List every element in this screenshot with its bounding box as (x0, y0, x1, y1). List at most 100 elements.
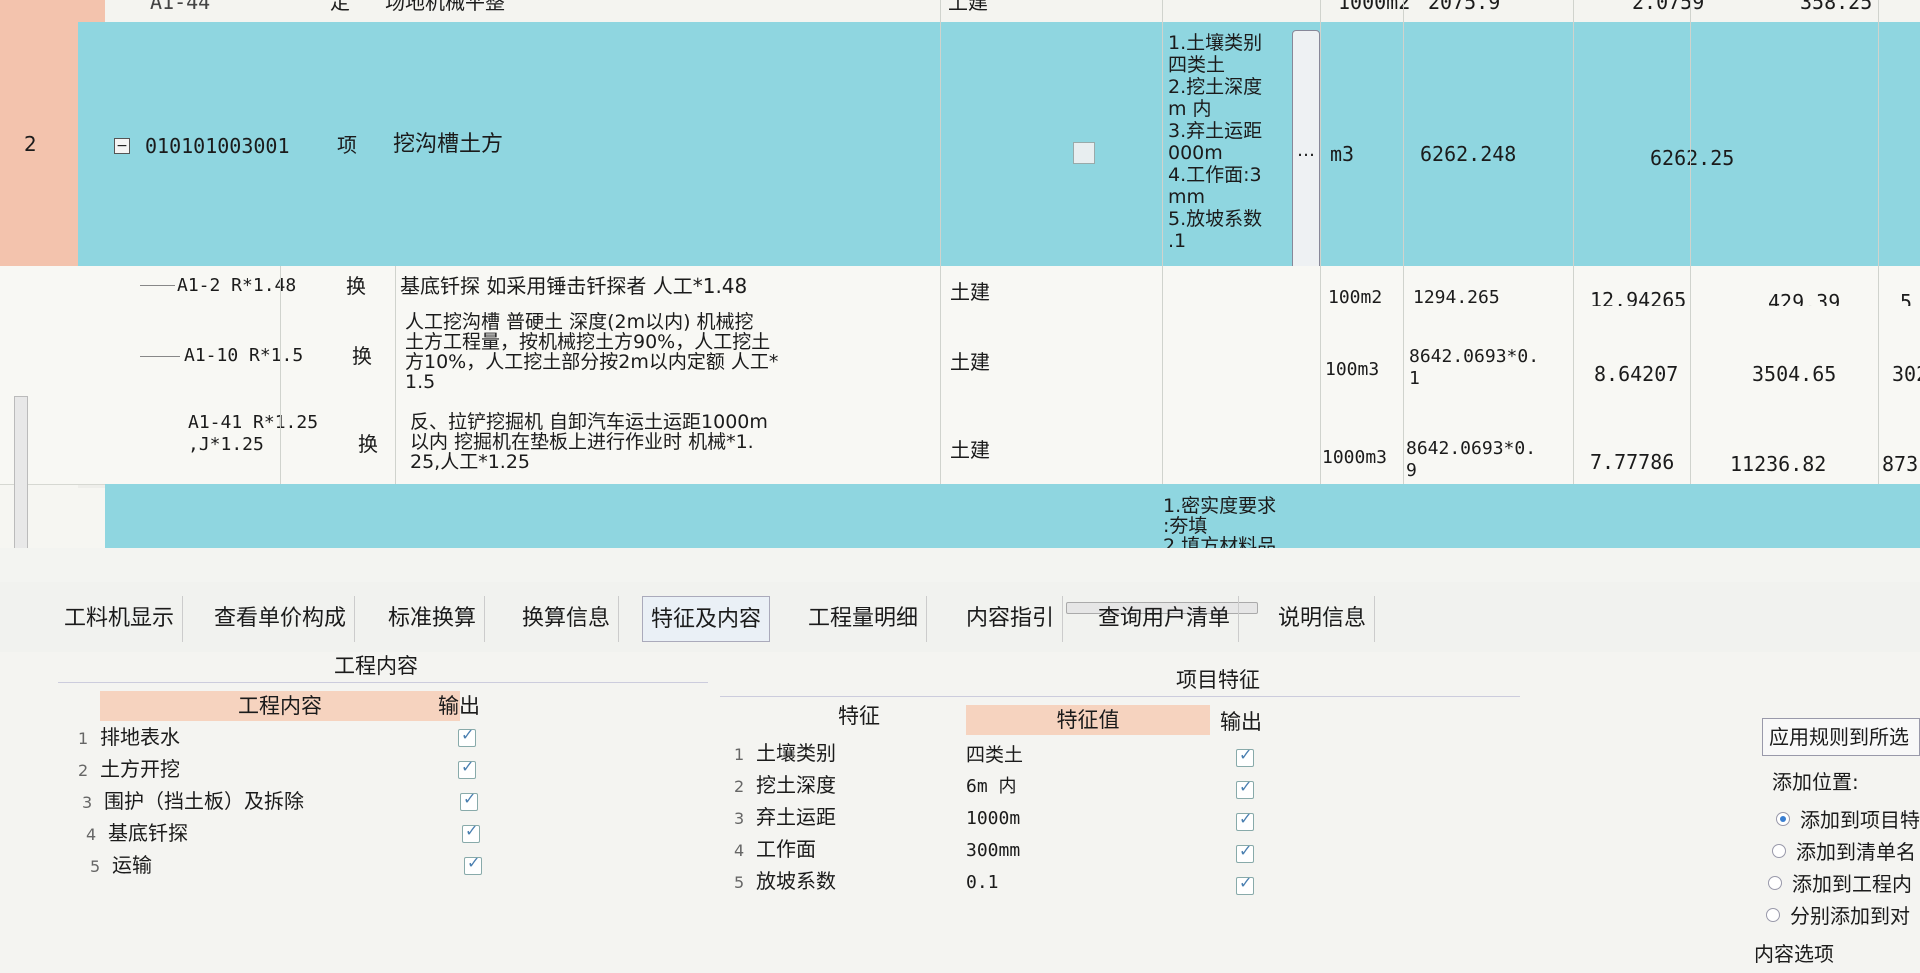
output-checkbox[interactable] (1236, 809, 1254, 831)
feature-line: 4.工作面:3 (1168, 164, 1262, 186)
row-checkbox[interactable] (1073, 142, 1095, 164)
item-qty-expr: 6262.248 (1420, 142, 1517, 166)
item-discipline: 土建 (950, 350, 990, 374)
tab-quantity-detail[interactable]: 工程量明细 (800, 596, 928, 642)
item-discipline: 土建 (948, 0, 988, 14)
row-index: 1 (734, 745, 745, 764)
feature-line: .1 (1168, 230, 1187, 252)
name-line: 25,人工*1.25 (410, 451, 531, 473)
col-divider (1690, 0, 1691, 484)
item-qty: 2.0759 (1632, 0, 1705, 14)
position-radio[interactable] (1776, 812, 1790, 826)
output-checkbox[interactable] (1236, 841, 1254, 863)
feature-name: 放坡系数 (756, 869, 836, 893)
row-index: 3 (82, 793, 93, 812)
feature-line: 1.密实度要求 (1163, 495, 1277, 517)
output-checkbox[interactable] (1236, 745, 1254, 767)
output-checkbox[interactable] (462, 821, 480, 843)
col-divider (1403, 0, 1404, 484)
item-total: 302 (1892, 362, 1920, 386)
name-line: 1.5 (405, 371, 436, 393)
output-checkbox[interactable] (464, 853, 482, 875)
feature-value[interactable]: 300mm (966, 835, 1020, 867)
tab-content-guide[interactable]: 内容指引 (958, 596, 1064, 642)
list-item[interactable]: 3 围护（挡土板）及拆除 (82, 785, 304, 817)
position-radio[interactable] (1766, 908, 1780, 922)
qty-expr-line: 9 (1406, 460, 1417, 481)
list-item[interactable]: 5 放坡系数 (734, 865, 836, 897)
tab-standard-conversion[interactable]: 标准换算 (380, 596, 486, 642)
item-name: 场地机械平整 (385, 0, 505, 14)
feature-value[interactable]: 四类土 (966, 739, 1023, 771)
item-qty-expr: 2075.9 (1428, 0, 1501, 14)
tab-features-content[interactable]: 特征及内容 (642, 596, 771, 642)
feature-value[interactable]: 6m 内 (966, 771, 1017, 803)
item-discipline: 土建 (950, 280, 990, 304)
qty-expr-line: 8642.0693*0. (1409, 346, 1540, 367)
output-checkbox[interactable] (1236, 873, 1254, 895)
item-type: 换 (352, 344, 372, 368)
tab-unit-price[interactable]: 查看单价构成 (206, 596, 356, 642)
feature-name: 弃土运距 (756, 805, 836, 829)
output-checkbox[interactable] (460, 789, 478, 811)
list-item[interactable]: 5 运输 (90, 849, 152, 881)
collapse-icon[interactable]: − (114, 138, 130, 154)
table-row[interactable]: A1-2 R*1.48 换 基底钎探 如采用锤击钎探者 人工*1.48 土建 1… (0, 266, 1920, 314)
col-divider (1878, 0, 1879, 484)
item-price: 3504.65 (1752, 362, 1837, 386)
item-code: A1-2 R*1.48 (177, 275, 297, 296)
table-row[interactable]: A1-10 R*1.5 换 人工挖沟槽 普硬土 深度(2m以内) 机械挖 土方工… (0, 306, 1920, 403)
apply-rules-button[interactable]: 应用规则到所选 (1762, 718, 1920, 756)
more-button[interactable]: … (1292, 30, 1320, 270)
tab-description[interactable]: 说明信息 (1270, 596, 1376, 642)
list-item[interactable]: 1 排地表水 (78, 721, 180, 753)
tab-conversion-info[interactable]: 换算信息 (514, 596, 620, 642)
list-item[interactable]: 4 基底钎探 (86, 817, 188, 849)
feature-line: 1.土壤类别 (1168, 32, 1263, 54)
row-index: 5 (90, 857, 101, 876)
features-table: 特征 特征值 输出 1 土壤类别 四类土 2 挖土深度 6m 内 3 弃土运距 100… (720, 696, 1520, 907)
table-row-selected[interactable]: 2 − 010101003001 项 挖沟槽土方 1.土壤类别 四类土 2.挖土… (0, 22, 1920, 270)
tree-line (140, 285, 175, 286)
feature-value[interactable]: 0.1 (966, 867, 999, 899)
item-features[interactable]: 1.土壤类别 四类土 2.挖土深度 m 内 3.弃土运距 000m 4.工作面:… (1168, 32, 1298, 262)
name-line: 土方工程量，按机械挖土方90%，人工挖土 (405, 331, 771, 353)
row-seq: 2 (24, 132, 37, 156)
vertical-scrollbar[interactable] (14, 396, 28, 548)
tab-labor-material[interactable]: 工料机显示 (56, 596, 184, 642)
list-item[interactable]: 2 挖土深度 (734, 769, 836, 801)
tab-query-user-list[interactable]: 查询用户清单 (1090, 596, 1240, 642)
output-checkbox[interactable] (458, 757, 476, 779)
name-line: 方10%，人工挖土部分按2m以内定额 人工* (405, 351, 779, 373)
row-header (0, 0, 105, 22)
list-item[interactable]: 3 弃土运距 (734, 801, 836, 833)
position-radio[interactable] (1768, 876, 1782, 890)
table-row[interactable]: 1.密实度要求 :夯填 2.填方材料品 (105, 484, 1920, 548)
row-index: 4 (86, 825, 97, 844)
position-option[interactable]: 添加到项目特 (1800, 804, 1920, 833)
list-item[interactable]: 4 工作面 (734, 833, 816, 865)
position-radio[interactable] (1772, 844, 1786, 858)
item-type: 换 (358, 432, 378, 456)
row-index: 2 (78, 761, 89, 780)
position-option[interactable]: 分别添加到对 (1790, 900, 1910, 929)
row-index: 1 (78, 729, 89, 748)
col-divider (1573, 0, 1574, 484)
position-option[interactable]: 添加到清单名 (1796, 836, 1916, 865)
work-content-title: 工程内容 (334, 654, 418, 678)
position-option[interactable]: 添加到工程内 (1792, 868, 1912, 897)
table-row[interactable]: A1-44 定 场地机械平整 土建 1000m2 2075.9 2.0759 3… (0, 0, 1920, 23)
item-qty: 6262.25 (1650, 146, 1735, 170)
col-header-content: 工程内容 (100, 691, 460, 721)
list-item[interactable]: 2 土方开挖 (78, 753, 180, 785)
output-checkbox[interactable] (458, 725, 476, 747)
item-type: 项 (337, 133, 357, 157)
feature-value[interactable]: 1000m (966, 803, 1020, 835)
feature-line: 000m (1168, 142, 1223, 164)
list-item[interactable]: 1 土壤类别 (734, 737, 836, 769)
item-unit: 100m3 (1325, 359, 1380, 380)
table-row[interactable]: A1-41 R*1.25 ,J*1.25 换 反、拉铲挖掘机 自卸汽车运土运距1… (0, 402, 1920, 485)
output-checkbox[interactable] (1236, 777, 1254, 799)
content-text: 土方开挖 (100, 757, 180, 781)
feature-name: 土壤类别 (756, 741, 836, 765)
